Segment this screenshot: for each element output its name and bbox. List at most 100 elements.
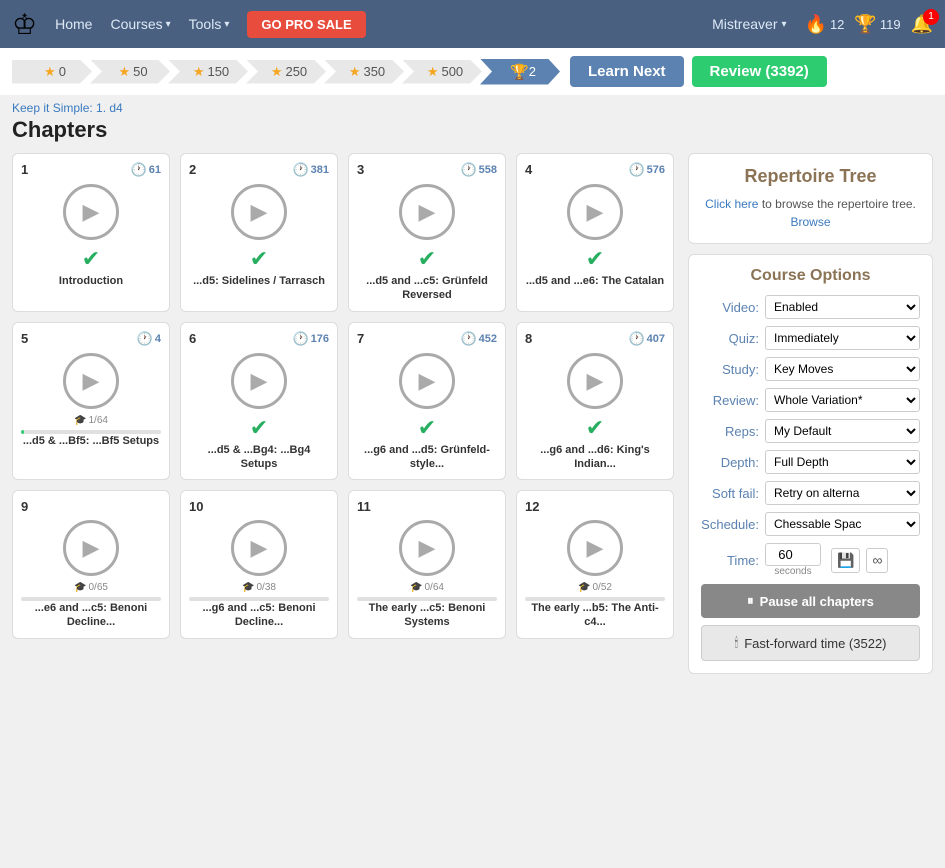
option-select-schedule[interactable]: Chessable Spac <box>765 512 920 536</box>
progress-step-50[interactable]: ★ 50 <box>90 60 170 84</box>
nav-courses-chevron: ▾ <box>166 19 171 30</box>
notification-bell[interactable]: 🔔 1 <box>911 14 933 35</box>
nav-home[interactable]: Home <box>55 16 92 32</box>
chapter-card-10[interactable]: 10 ▶ 🎓0/38 ...g6 and ...c5: Benoni Decli… <box>180 490 338 639</box>
star-icon-0: ★ <box>44 64 56 80</box>
breadcrumb-link[interactable]: Keep it Simple: 1. d4 <box>12 101 123 115</box>
clock-icon: 🕐 <box>628 162 644 178</box>
option-select-quiz[interactable]: Immediately <box>765 326 920 350</box>
main-content: 1 🕐61 ▶ ✔ Introduction 2 🕐381 ▶ ✔ ...d5:… <box>0 145 945 692</box>
progress-step-350[interactable]: ★ 350 <box>324 60 404 84</box>
chapter-card-1[interactable]: 1 🕐61 ▶ ✔ Introduction <box>12 153 170 312</box>
trophy-counter: 🏆 119 <box>854 14 900 35</box>
play-button-7[interactable]: ▶ <box>399 353 455 409</box>
progress-step-500[interactable]: ★ 500 <box>402 60 482 84</box>
chapter-card-12[interactable]: 12 ▶ 🎓0/52 The early ...b5: The Anti-c4.… <box>516 490 674 639</box>
play-button-11[interactable]: ▶ <box>399 520 455 576</box>
chapter-card-5[interactable]: 5 🕐4 ▶ 🎓1/64 ...d5 & ...Bf5: ...Bf5 Setu… <box>12 322 170 481</box>
chapter-card-6[interactable]: 6 🕐176 ▶ ✔ ...d5 & ...Bg4: ...Bg4 Setups <box>180 322 338 481</box>
user-menu[interactable]: Mistreaver ▾ <box>712 16 786 32</box>
play-button-1[interactable]: ▶ <box>63 184 119 240</box>
play-button-5[interactable]: ▶ <box>63 353 119 409</box>
option-row-video: Video: Enabled <box>701 295 920 319</box>
clock-icon: 🕐 <box>131 162 147 178</box>
time-input-wrap: seconds <box>765 543 821 577</box>
progress-step-500-label: 500 <box>441 64 463 79</box>
option-row-depth: Depth: Full Depth <box>701 450 920 474</box>
star-icon-250: ★ <box>271 64 283 80</box>
option-row-study: Study: Key Moves <box>701 357 920 381</box>
option-row-review: Review: Whole Variation* <box>701 388 920 412</box>
card-header-2: 2 🕐381 <box>189 162 329 178</box>
play-button-6[interactable]: ▶ <box>231 353 287 409</box>
nav-courses-dropdown[interactable]: Courses ▾ <box>110 16 170 32</box>
chapter-card-7[interactable]: 7 🕐452 ▶ ✔ ...g6 and ...d5: Grünfeld-sty… <box>348 322 506 481</box>
chapter-card-4[interactable]: 4 🕐576 ▶ ✔ ...d5 and ...e6: The Catalan <box>516 153 674 312</box>
completion-check-4: ✔ <box>525 246 665 272</box>
time-unit-label: seconds <box>774 566 811 577</box>
pause-all-chapters-button[interactable]: ⏸ Pause all chapters <box>701 584 920 618</box>
progress-step-250[interactable]: ★ 250 <box>246 60 326 84</box>
progress-step-0[interactable]: ★ 0 <box>12 60 92 84</box>
time-action-icons: 💾 ∞ <box>831 548 888 573</box>
chapter-number-12: 12 <box>525 499 539 514</box>
chapter-card-9[interactable]: 9 ▶ 🎓0/65 ...e6 and ...c5: Benoni Declin… <box>12 490 170 639</box>
chapter-label-10: ...g6 and ...c5: Benoni Decline... <box>189 601 329 630</box>
learn-next-button[interactable]: Learn Next <box>570 56 684 87</box>
option-select-softfail[interactable]: Retry on alterna <box>765 481 920 505</box>
chapter-card-8[interactable]: 8 🕐407 ▶ ✔ ...g6 and ...d6: King's India… <box>516 322 674 481</box>
user-chevron-icon: ▾ <box>782 19 787 30</box>
chapter-number-6: 6 <box>189 331 196 346</box>
chapter-clock-2: 🕐381 <box>292 162 329 178</box>
clock-count: 4 <box>155 333 161 345</box>
option-select-review[interactable]: Whole Variation* <box>765 388 920 412</box>
option-row-schedule: Schedule: Chessable Spac <box>701 512 920 536</box>
infinite-time-button[interactable]: ∞ <box>866 548 888 573</box>
study-progress-5: 🎓1/64 <box>21 415 161 426</box>
chapter-clock-8: 🕐407 <box>628 331 665 347</box>
chapter-label-1: Introduction <box>21 274 161 300</box>
progress-step-flame[interactable]: 🏆 2 <box>480 59 560 85</box>
rep-tree-link[interactable]: Click here <box>705 197 758 211</box>
review-button[interactable]: Review (3392) <box>692 56 827 87</box>
play-button-9[interactable]: ▶ <box>63 520 119 576</box>
rep-tree-description: Click here to browse the repertoire tree… <box>701 195 920 231</box>
chapter-number-10: 10 <box>189 499 203 514</box>
play-button-10[interactable]: ▶ <box>231 520 287 576</box>
play-button-12[interactable]: ▶ <box>567 520 623 576</box>
star-icon-150: ★ <box>193 64 205 80</box>
option-select-depth[interactable]: Full Depth <box>765 450 920 474</box>
card-header-1: 1 🕐61 <box>21 162 161 178</box>
play-button-2[interactable]: ▶ <box>231 184 287 240</box>
go-pro-button[interactable]: GO PRO SALE <box>247 11 365 38</box>
repertoire-tree-section: Repertoire Tree Click here to browse the… <box>688 153 933 244</box>
progress-step-0-label: 0 <box>59 64 66 79</box>
chapter-clock-1: 🕐61 <box>131 162 161 178</box>
option-select-reps[interactable]: My Default <box>765 419 920 443</box>
chapter-number-5: 5 <box>21 331 28 346</box>
play-button-3[interactable]: ▶ <box>399 184 455 240</box>
chapter-card-11[interactable]: 11 ▶ 🎓0/64 The early ...c5: Benoni Syste… <box>348 490 506 639</box>
time-input[interactable] <box>765 543 821 566</box>
chapter-label-7: ...g6 and ...d5: Grünfeld-style... <box>357 443 497 472</box>
nav-tools-dropdown[interactable]: Tools ▾ <box>189 16 230 32</box>
rep-tree-browse-link[interactable]: Browse <box>790 215 830 229</box>
save-time-button[interactable]: 💾 <box>831 548 860 573</box>
option-label-reps: Reps: <box>701 424 759 439</box>
clock-count: 381 <box>311 164 329 176</box>
play-button-4[interactable]: ▶ <box>567 184 623 240</box>
clock-count: 176 <box>311 333 329 345</box>
fast-forward-button[interactable]: 🕯 Fast-forward time (3522) <box>701 625 920 661</box>
chapter-card-3[interactable]: 3 🕐558 ▶ ✔ ...d5 and ...c5: Grünfeld Rev… <box>348 153 506 312</box>
card-header-4: 4 🕐576 <box>525 162 665 178</box>
option-select-video[interactable]: Enabled <box>765 295 920 319</box>
option-select-study[interactable]: Key Moves <box>765 357 920 381</box>
play-button-8[interactable]: ▶ <box>567 353 623 409</box>
card-header-12: 12 <box>525 499 665 514</box>
progress-step-150[interactable]: ★ 150 <box>168 60 248 84</box>
chapter-clock-6: 🕐176 <box>292 331 329 347</box>
trophy-count: 119 <box>880 17 901 32</box>
chapter-card-2[interactable]: 2 🕐381 ▶ ✔ ...d5: Sidelines / Tarrasch <box>180 153 338 312</box>
completion-check-6: ✔ <box>189 415 329 441</box>
course-options-section: Course Options Video: Enabled Quiz: Imme… <box>688 254 933 674</box>
